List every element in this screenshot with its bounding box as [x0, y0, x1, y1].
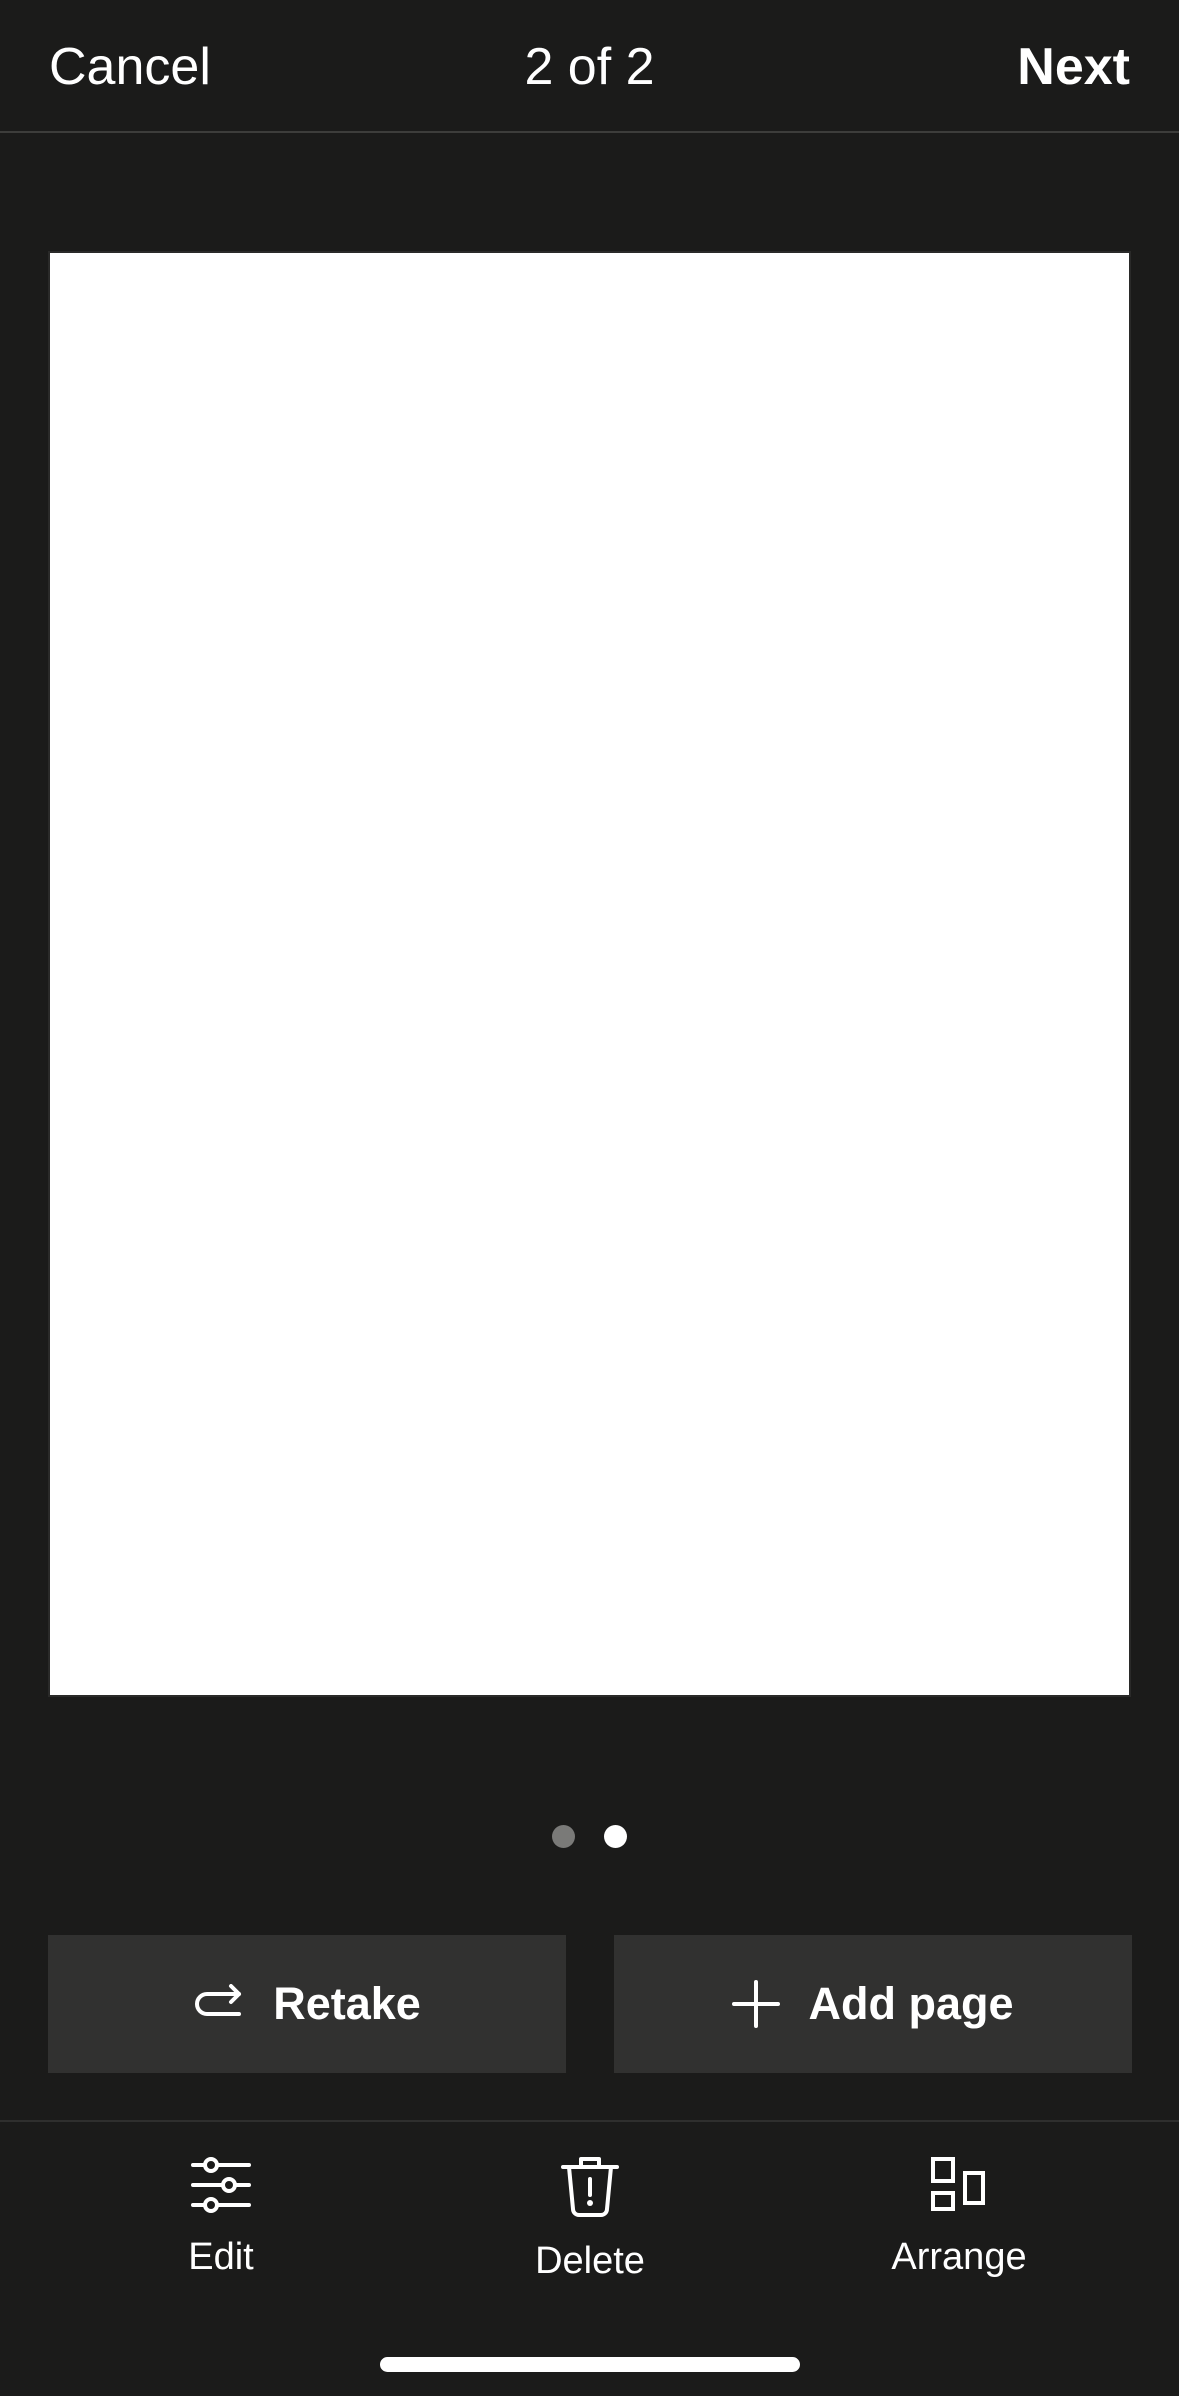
page-dot-1[interactable] — [552, 1825, 575, 1848]
edit-label: Edit — [188, 2236, 254, 2278]
add-page-button[interactable]: Add page — [614, 1935, 1132, 2073]
top-navigation-bar: Cancel 2 of 2 Next — [0, 0, 1179, 133]
delete-button[interactable]: Delete — [440, 2155, 740, 2295]
edit-button[interactable]: Edit — [71, 2155, 371, 2295]
retake-label: Retake — [273, 1978, 421, 2029]
scanned-page-preview[interactable] — [48, 251, 1131, 1697]
toolbar-divider — [0, 2120, 1179, 2122]
arrange-icon — [931, 2157, 985, 2211]
page-indicator-dots — [0, 1825, 1179, 1849]
arrange-label: Arrange — [891, 2236, 1027, 2278]
trash-icon — [561, 2157, 619, 2217]
add-page-label: Add page — [808, 1978, 1014, 2029]
retake-button[interactable]: Retake — [48, 1935, 566, 2073]
cancel-button[interactable]: Cancel — [49, 32, 211, 102]
next-button[interactable]: Next — [1017, 32, 1130, 102]
plus-icon — [732, 1980, 781, 2028]
home-indicator[interactable] — [380, 2357, 800, 2372]
delete-label: Delete — [535, 2240, 645, 2282]
arrange-button[interactable]: Arrange — [809, 2155, 1109, 2295]
sliders-icon — [191, 2157, 251, 2213]
page-dot-2-active[interactable] — [604, 1825, 627, 1848]
retake-arrow-icon — [195, 1984, 242, 2016]
